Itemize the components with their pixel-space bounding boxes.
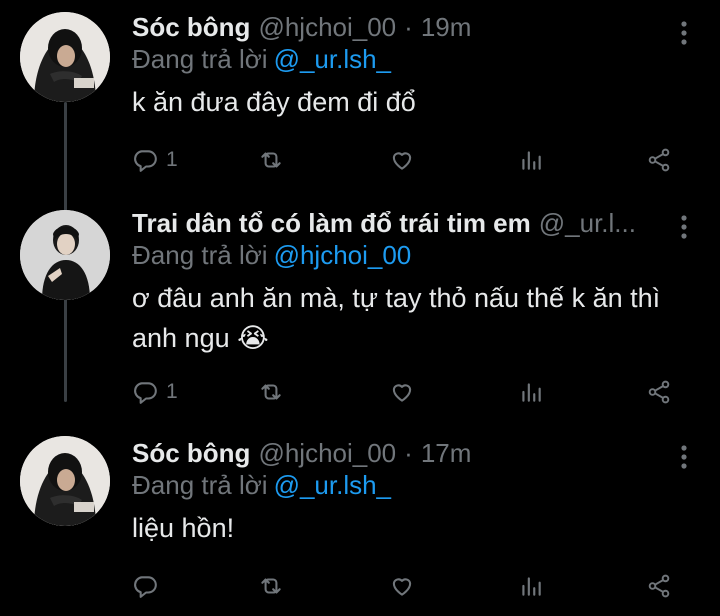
views-button[interactable] bbox=[518, 140, 544, 180]
analytics-icon bbox=[522, 151, 541, 170]
reply-button[interactable]: 1 bbox=[132, 372, 178, 412]
reply-count: 1 bbox=[166, 148, 178, 171]
views-button[interactable] bbox=[518, 372, 544, 412]
more-vertical-icon[interactable] bbox=[674, 18, 694, 48]
author-handle[interactable]: @hjchoi_00 bbox=[258, 438, 396, 468]
heart-icon bbox=[392, 578, 412, 596]
timestamp[interactable]: 17m bbox=[421, 438, 472, 468]
more-vertical-icon[interactable] bbox=[674, 442, 694, 472]
like-button[interactable] bbox=[389, 372, 415, 412]
reply-icon bbox=[134, 576, 157, 598]
retweet-icon bbox=[261, 578, 281, 594]
more-vertical-icon[interactable] bbox=[674, 212, 694, 242]
retweet-icon bbox=[261, 384, 281, 400]
hooded-person-avatar-icon bbox=[20, 12, 110, 102]
retweet-button[interactable] bbox=[258, 140, 284, 180]
hooded-person-avatar-icon bbox=[20, 436, 110, 526]
replying-label: Đang trả lời bbox=[132, 470, 268, 500]
tweet-text: ơ đâu anh ăn mà, tự tay thỏ nấu thế k ăn… bbox=[132, 283, 661, 353]
heart-icon bbox=[392, 384, 412, 402]
reply-icon bbox=[134, 150, 157, 172]
heart-icon bbox=[392, 152, 412, 170]
reply-button[interactable]: 1 bbox=[132, 140, 178, 180]
analytics-icon bbox=[522, 577, 541, 596]
tweet-text: k ăn đưa đây đem đi đổ bbox=[132, 87, 416, 117]
like-button[interactable] bbox=[389, 566, 415, 606]
separator-dot: · bbox=[404, 438, 413, 468]
tweet-actions: 1 bbox=[132, 140, 682, 180]
share-button[interactable] bbox=[646, 566, 672, 606]
author-handle[interactable]: @_ur.l... bbox=[539, 208, 636, 238]
retweet-button[interactable] bbox=[258, 566, 284, 606]
share-icon bbox=[648, 574, 670, 598]
avatar[interactable] bbox=[20, 436, 110, 526]
share-button[interactable] bbox=[646, 140, 672, 180]
share-icon bbox=[648, 148, 670, 172]
retweet-button[interactable] bbox=[258, 372, 284, 412]
tweet-text: liệu hồn! bbox=[132, 513, 235, 543]
tweet-actions bbox=[132, 566, 682, 606]
replying-label: Đang trả lời bbox=[132, 44, 268, 74]
avatar[interactable] bbox=[20, 210, 110, 300]
author-name[interactable]: Sóc bông bbox=[132, 12, 250, 42]
like-button[interactable] bbox=[389, 140, 415, 180]
replying-label: Đang trả lời bbox=[132, 240, 268, 270]
share-icon bbox=[648, 380, 670, 404]
replying-to-link[interactable]: @_ur.lsh_ bbox=[274, 44, 391, 74]
share-button[interactable] bbox=[646, 372, 672, 412]
author-name[interactable]: Sóc bông bbox=[132, 438, 250, 468]
analytics-icon bbox=[522, 383, 541, 402]
tweet-thread: Sóc bông @hjchoi_00 · 19m Đang trả lời @_… bbox=[0, 0, 720, 616]
views-button[interactable] bbox=[518, 566, 544, 606]
person-in-black-avatar-icon bbox=[20, 210, 110, 300]
avatar[interactable] bbox=[20, 12, 110, 102]
reply-count: 1 bbox=[166, 380, 178, 403]
tweet-actions: 1 bbox=[132, 372, 682, 412]
replying-to-link[interactable]: @_ur.lsh_ bbox=[274, 470, 391, 500]
author-handle[interactable]: @hjchoi_00 bbox=[258, 12, 396, 42]
author-name[interactable]: Trai dân tổ có làm đổ trái tim em bbox=[132, 208, 531, 238]
reply-button[interactable] bbox=[132, 566, 166, 606]
timestamp[interactable]: 19m bbox=[421, 12, 472, 42]
replying-to-link[interactable]: @hjchoi_00 bbox=[274, 240, 412, 270]
reply-icon bbox=[134, 382, 157, 404]
retweet-icon bbox=[261, 152, 281, 168]
separator-dot: · bbox=[404, 12, 413, 42]
